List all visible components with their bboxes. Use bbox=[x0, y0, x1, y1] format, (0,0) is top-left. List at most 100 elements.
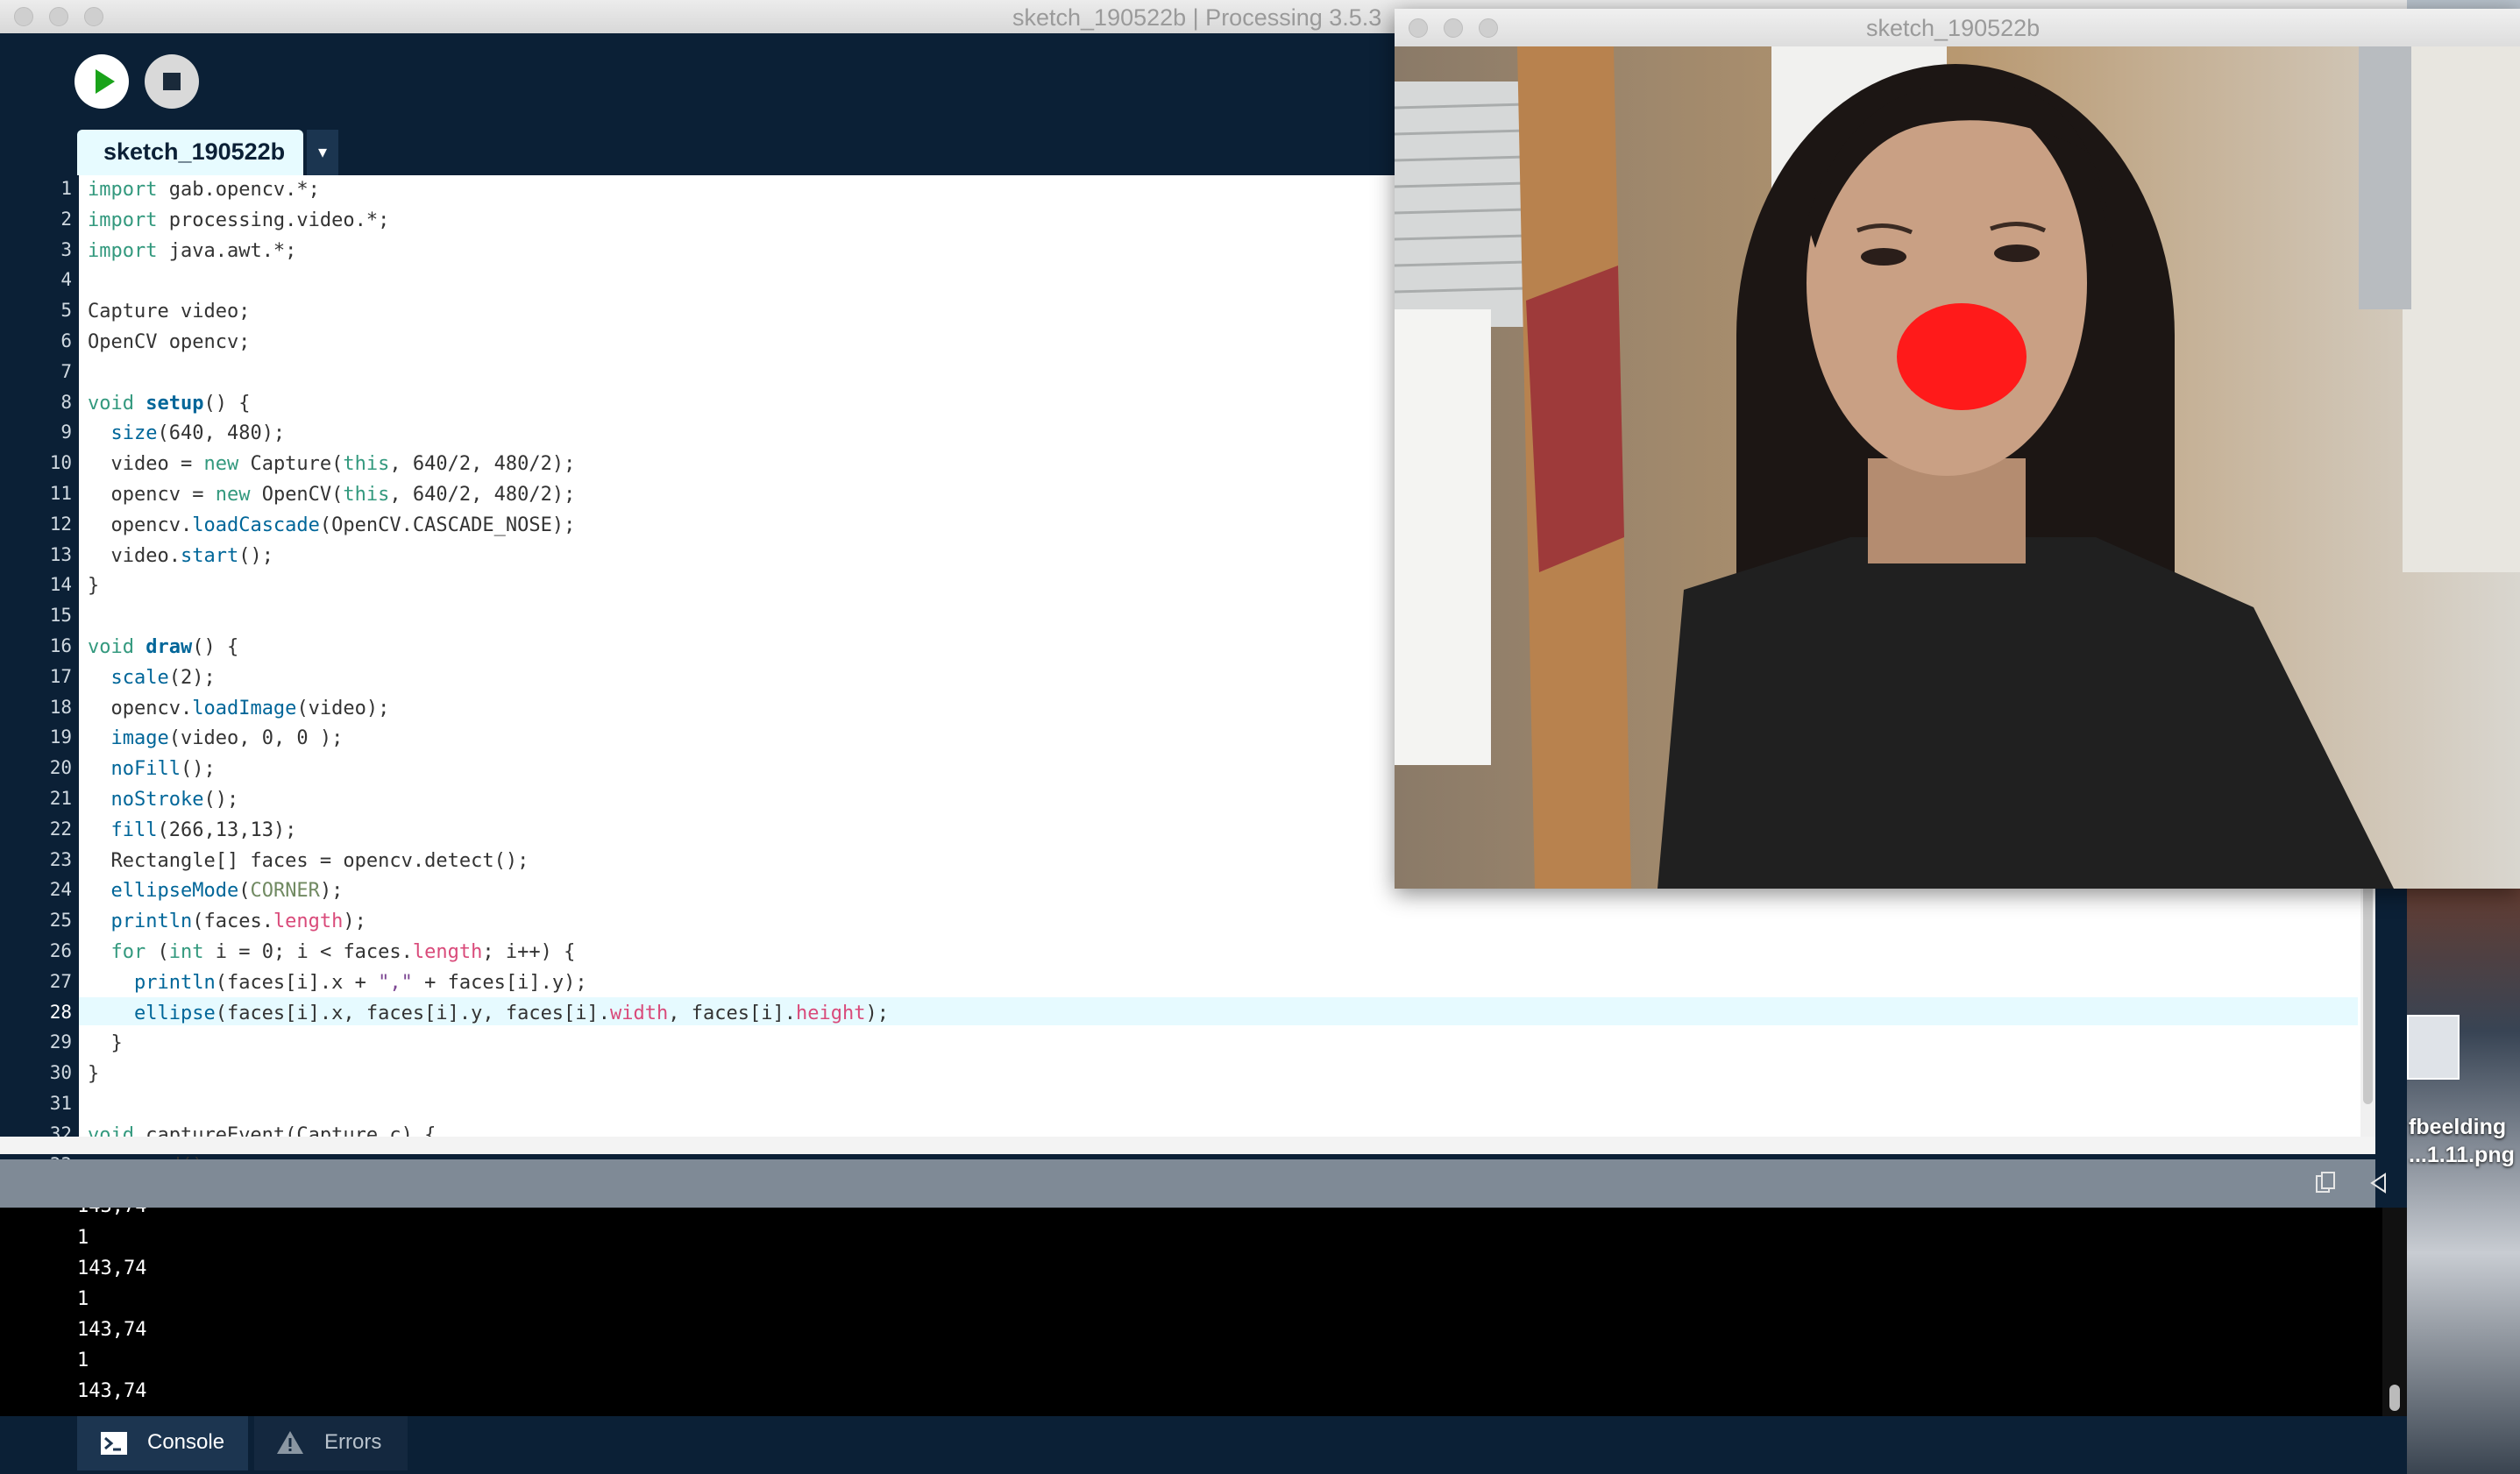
line-number: 3 bbox=[60, 238, 72, 260]
line-number: 16 bbox=[49, 635, 72, 656]
line-number: 21 bbox=[49, 788, 72, 809]
line-number: 12 bbox=[49, 513, 72, 535]
tab-errors[interactable]: Errors bbox=[254, 1416, 408, 1470]
code-line[interactable]: size(640, 480); bbox=[88, 420, 286, 448]
console-output[interactable]: 143,74 1 143,74 1 143,74 1 143,74 bbox=[0, 1208, 2382, 1416]
close-window-button[interactable] bbox=[14, 7, 33, 26]
console-line: 1 bbox=[77, 1350, 89, 1371]
code-line[interactable]: void draw() { bbox=[88, 634, 238, 662]
warning-icon bbox=[277, 1431, 303, 1454]
zoom-window-button[interactable] bbox=[84, 7, 103, 26]
sketch-titlebar[interactable]: sketch_190522b bbox=[1395, 9, 2520, 47]
code-line[interactable]: Rectangle[] faces = opencv.detect(); bbox=[88, 847, 529, 875]
line-number: 10 bbox=[49, 452, 72, 474]
console-scrollbar[interactable] bbox=[2382, 1208, 2407, 1416]
line-number: 1 bbox=[60, 178, 72, 199]
code-line[interactable]: image(video, 0, 0 ); bbox=[88, 725, 344, 753]
terminal-icon bbox=[101, 1432, 127, 1455]
line-number: 22 bbox=[49, 818, 72, 840]
line-number: 28 bbox=[49, 1001, 72, 1023]
editor-horizontal-scrollbar[interactable] bbox=[0, 1137, 2375, 1154]
code-line[interactable]: opencv = new OpenCV(this, 640/2, 480/2); bbox=[88, 481, 575, 509]
code-line[interactable]: opencv.loadCascade(OpenCV.CASCADE_NOSE); bbox=[88, 512, 575, 540]
line-number: 26 bbox=[49, 940, 72, 961]
line-number-gutter: 1 2 3 4 5 6 7 8 9 10 11 12 13 14 15 16 17 18 19 20 21 22 23 24 2… bbox=[0, 175, 79, 1205]
sketch-zoom-button[interactable] bbox=[1479, 18, 1498, 38]
sketch-window: sketch_190522b bbox=[1395, 9, 2520, 889]
line-number: 20 bbox=[49, 757, 72, 779]
red-nose-ellipse bbox=[1897, 303, 2027, 410]
webcam-image bbox=[1395, 46, 2520, 889]
line-number: 2 bbox=[60, 208, 72, 230]
code-line[interactable]: video = new Capture(this, 640/2, 480/2); bbox=[88, 450, 575, 478]
console-line: 143,74 bbox=[77, 1319, 147, 1341]
line-number: 27 bbox=[49, 970, 72, 992]
desktop-file-label[interactable]: fbeelding bbox=[2409, 1115, 2506, 1140]
minimize-window-button[interactable] bbox=[49, 7, 68, 26]
window-title: sketch_190522b | Processing 3.5.3 bbox=[1012, 4, 1382, 31]
code-line[interactable]: ellipse(faces[i].x, faces[i].y, faces[i]… bbox=[88, 1000, 889, 1028]
code-line[interactable]: println(faces.length); bbox=[88, 908, 366, 936]
code-line[interactable]: OpenCV opencv; bbox=[88, 329, 250, 357]
code-line[interactable]: video.start(); bbox=[88, 542, 273, 570]
console-line: 143,74 bbox=[77, 1380, 147, 1402]
tab-console-label: Console bbox=[147, 1430, 225, 1454]
collapse-console-icon[interactable] bbox=[2369, 1172, 2389, 1194]
sketch-close-button[interactable] bbox=[1409, 18, 1428, 38]
code-line[interactable]: opencv.loadImage(video); bbox=[88, 695, 389, 723]
camera-feed bbox=[1395, 46, 2520, 889]
sketch-title: sketch_190522b bbox=[1866, 15, 2041, 41]
code-line[interactable]: println(faces[i].x + "," + faces[i].y); bbox=[88, 969, 587, 997]
line-number: 8 bbox=[60, 391, 72, 413]
copy-icon[interactable] bbox=[2316, 1172, 2335, 1194]
code-line[interactable]: } bbox=[88, 572, 99, 600]
stop-icon bbox=[163, 73, 181, 90]
tab-sketch[interactable]: sketch_190522b bbox=[77, 130, 303, 175]
console-line: 1 bbox=[77, 1288, 89, 1310]
console-header bbox=[0, 1159, 2386, 1208]
tab-errors-label: Errors bbox=[324, 1430, 382, 1454]
line-number: 17 bbox=[49, 665, 72, 687]
line-number: 9 bbox=[60, 422, 72, 443]
console-scroll-thumb[interactable] bbox=[2389, 1385, 2400, 1411]
stop-button[interactable] bbox=[145, 54, 199, 109]
code-line[interactable]: import java.awt.*; bbox=[88, 237, 296, 266]
play-icon bbox=[96, 69, 115, 94]
code-line[interactable]: void setup() { bbox=[88, 390, 250, 418]
sketch-minimize-button[interactable] bbox=[1444, 18, 1463, 38]
code-line[interactable]: } bbox=[88, 1060, 99, 1088]
line-number: 15 bbox=[49, 605, 72, 627]
code-line[interactable]: import gab.opencv.*; bbox=[88, 176, 320, 204]
line-number: 25 bbox=[49, 910, 72, 932]
line-number: 13 bbox=[49, 543, 72, 565]
console-line: 143,74 bbox=[77, 1208, 146, 1217]
line-number: 14 bbox=[49, 574, 72, 596]
line-number: 6 bbox=[60, 330, 72, 351]
code-line[interactable]: scale(2); bbox=[88, 664, 216, 692]
code-line[interactable]: } bbox=[88, 1030, 122, 1058]
tab-menu-button[interactable]: ▾ bbox=[307, 130, 338, 175]
line-number: 18 bbox=[49, 696, 72, 718]
line-number: 11 bbox=[49, 483, 72, 504]
file-thumbnail-icon[interactable] bbox=[2407, 1015, 2460, 1080]
chevron-down-icon: ▾ bbox=[317, 143, 328, 162]
console-line: 143,74 bbox=[77, 1258, 147, 1279]
run-button[interactable] bbox=[75, 54, 129, 109]
code-line[interactable]: fill(266,13,13); bbox=[88, 817, 297, 845]
tab-console[interactable]: Console bbox=[77, 1416, 248, 1470]
code-line[interactable]: for (int i = 0; i < faces.length; i++) { bbox=[88, 939, 576, 967]
code-line[interactable]: Capture video; bbox=[88, 298, 250, 326]
line-number: 29 bbox=[49, 1031, 72, 1053]
code-line[interactable]: import processing.video.*; bbox=[88, 207, 389, 235]
code-line[interactable]: noStroke(); bbox=[88, 786, 239, 814]
line-number: 31 bbox=[49, 1093, 72, 1114]
line-number: 23 bbox=[49, 848, 72, 870]
line-number: 19 bbox=[49, 726, 72, 748]
desktop-file-label-2[interactable]: ...1.11.png bbox=[2409, 1143, 2515, 1168]
console-line: 1 bbox=[77, 1227, 89, 1249]
line-number: 24 bbox=[49, 879, 72, 901]
line-number: 5 bbox=[60, 300, 72, 322]
line-number: 4 bbox=[60, 269, 72, 291]
code-line[interactable]: noFill(); bbox=[88, 755, 216, 783]
code-line[interactable]: ellipseMode(CORNER); bbox=[88, 877, 344, 905]
